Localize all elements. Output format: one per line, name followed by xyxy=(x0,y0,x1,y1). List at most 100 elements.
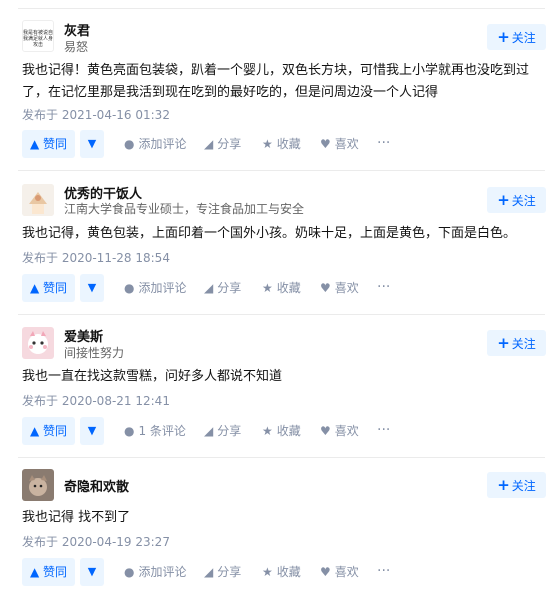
paper-plane-icon: ◢ xyxy=(204,565,214,579)
collect-label: 收藏 xyxy=(276,565,301,579)
plus-icon: + xyxy=(497,476,510,494)
answer-content: 我也记得 找不到了 xyxy=(22,510,131,525)
avatar[interactable]: 我是有被说自我满足就人身攻击 xyxy=(22,20,54,52)
star-icon: ★ xyxy=(262,424,273,438)
comment-bubble-icon: ● xyxy=(124,424,135,438)
collect-button[interactable]: ★ 收藏 xyxy=(262,130,301,158)
author-headline: 间接性努力 xyxy=(64,346,125,360)
down-triangle-icon: ▼ xyxy=(87,137,97,150)
like-button[interactable]: ♥ 喜欢 xyxy=(320,558,359,586)
upvote-button[interactable]: ▲ 赞同 xyxy=(22,274,75,302)
author-name[interactable]: 爱美斯 xyxy=(64,326,103,345)
plus-icon: + xyxy=(497,191,510,209)
follow-button[interactable]: + 关注 xyxy=(487,472,546,498)
action-bar: ▲ 赞同 ▼ ● 添加评论 ◢ 分享 ★ 收藏 ♥ 喜欢 ··· xyxy=(22,130,402,158)
share-button[interactable]: ◢ 分享 xyxy=(204,417,241,445)
up-triangle-icon: ▲ xyxy=(29,137,40,151)
publish-time[interactable]: 发布于 2021-04-16 01:32 xyxy=(22,106,170,123)
comment-bubble-icon: ● xyxy=(124,281,135,295)
like-button[interactable]: ♥ 喜欢 xyxy=(320,130,359,158)
more-button[interactable]: ··· xyxy=(377,130,390,158)
avatar[interactable] xyxy=(22,469,54,501)
upvote-button[interactable]: ▲ 赞同 xyxy=(22,558,75,586)
downvote-button[interactable]: ▼ xyxy=(80,417,104,445)
plus-icon: + xyxy=(497,334,510,352)
like-button[interactable]: ♥ 喜欢 xyxy=(320,417,359,445)
like-label: 喜欢 xyxy=(334,565,359,579)
comment-label: 添加评论 xyxy=(138,281,187,295)
paper-plane-icon: ◢ xyxy=(204,281,214,295)
divider xyxy=(18,457,545,458)
share-label: 分享 xyxy=(217,565,242,579)
upvote-button[interactable]: ▲ 赞同 xyxy=(22,417,75,445)
comment-bubble-icon: ● xyxy=(124,137,135,151)
up-triangle-icon: ▲ xyxy=(29,281,40,295)
down-triangle-icon: ▼ xyxy=(87,424,97,437)
comment-bubble-icon: ● xyxy=(124,565,135,579)
author-name[interactable]: 灰君 xyxy=(64,20,90,39)
down-triangle-icon: ▼ xyxy=(87,281,97,294)
paper-plane-icon: ◢ xyxy=(204,137,214,151)
more-button[interactable]: ··· xyxy=(377,274,390,302)
share-label: 分享 xyxy=(217,281,242,295)
share-label: 分享 xyxy=(217,137,242,151)
star-icon: ★ xyxy=(262,137,273,151)
share-button[interactable]: ◢ 分享 xyxy=(204,274,241,302)
follow-label: 关注 xyxy=(511,337,536,351)
comment-button[interactable]: ● 1 条评论 xyxy=(124,417,186,445)
collect-label: 收藏 xyxy=(276,424,301,438)
paper-plane-icon: ◢ xyxy=(204,424,214,438)
publish-time[interactable]: 发布于 2020-11-28 18:54 xyxy=(22,249,170,266)
avatar[interactable] xyxy=(22,327,54,359)
follow-button[interactable]: + 关注 xyxy=(487,330,546,356)
more-button[interactable]: ··· xyxy=(377,417,390,445)
star-icon: ★ xyxy=(262,281,273,295)
comment-button[interactable]: ● 添加评论 xyxy=(124,274,187,302)
author-headline: 江南大学食品专业硕士，专注食品加工与安全 xyxy=(64,202,305,216)
collect-button[interactable]: ★ 收藏 xyxy=(262,274,301,302)
up-triangle-icon: ▲ xyxy=(29,565,40,579)
downvote-button[interactable]: ▼ xyxy=(80,274,104,302)
follow-label: 关注 xyxy=(511,479,536,493)
publish-time[interactable]: 发布于 2020-08-21 12:41 xyxy=(22,392,170,409)
comment-label: 添加评论 xyxy=(138,137,187,151)
upvote-button[interactable]: ▲ 赞同 xyxy=(22,130,75,158)
like-button[interactable]: ♥ 喜欢 xyxy=(320,274,359,302)
comment-button[interactable]: ● 添加评论 xyxy=(124,558,187,586)
upvote-label: 赞同 xyxy=(43,281,68,295)
up-triangle-icon: ▲ xyxy=(29,424,40,438)
star-icon: ★ xyxy=(262,565,273,579)
share-button[interactable]: ◢ 分享 xyxy=(204,130,241,158)
share-button[interactable]: ◢ 分享 xyxy=(204,558,241,586)
divider xyxy=(18,170,545,171)
heart-icon: ♥ xyxy=(320,424,331,438)
upvote-label: 赞同 xyxy=(43,137,68,151)
divider xyxy=(18,314,545,315)
heart-icon: ♥ xyxy=(320,137,331,151)
action-bar: ▲ 赞同 ▼ ● 添加评论 ◢ 分享 ★ 收藏 ♥ 喜欢 ··· xyxy=(22,274,402,302)
collect-button[interactable]: ★ 收藏 xyxy=(262,558,301,586)
share-label: 分享 xyxy=(217,424,242,438)
publish-time[interactable]: 发布于 2020-04-19 23:27 xyxy=(22,533,170,550)
like-label: 喜欢 xyxy=(334,424,359,438)
author-name[interactable]: 奇隐和欢散 xyxy=(64,476,129,495)
follow-button[interactable]: + 关注 xyxy=(487,24,546,50)
collect-label: 收藏 xyxy=(276,281,301,295)
answer-content: 我也记得，黄色包装，上面印着一个国外小孩。奶味十足，上面是黄色，下面是白色。 xyxy=(22,226,517,241)
more-button[interactable]: ··· xyxy=(377,558,390,586)
downvote-button[interactable]: ▼ xyxy=(80,130,104,158)
follow-button[interactable]: + 关注 xyxy=(487,187,546,213)
action-bar: ▲ 赞同 ▼ ● 1 条评论 ◢ 分享 ★ 收藏 ♥ 喜欢 ··· xyxy=(22,417,402,445)
follow-label: 关注 xyxy=(511,31,536,45)
avatar[interactable] xyxy=(22,184,54,216)
downvote-button[interactable]: ▼ xyxy=(80,558,104,586)
divider xyxy=(18,8,545,9)
upvote-label: 赞同 xyxy=(43,424,68,438)
comment-button[interactable]: ● 添加评论 xyxy=(124,130,187,158)
collect-button[interactable]: ★ 收藏 xyxy=(262,417,301,445)
heart-icon: ♥ xyxy=(320,565,331,579)
like-label: 喜欢 xyxy=(334,137,359,151)
author-headline: 易怒 xyxy=(64,40,89,54)
answer-content: 我也一直在找这款雪糕，问好多人都说不知道 xyxy=(22,369,283,384)
comment-label: 1 条评论 xyxy=(138,424,186,438)
